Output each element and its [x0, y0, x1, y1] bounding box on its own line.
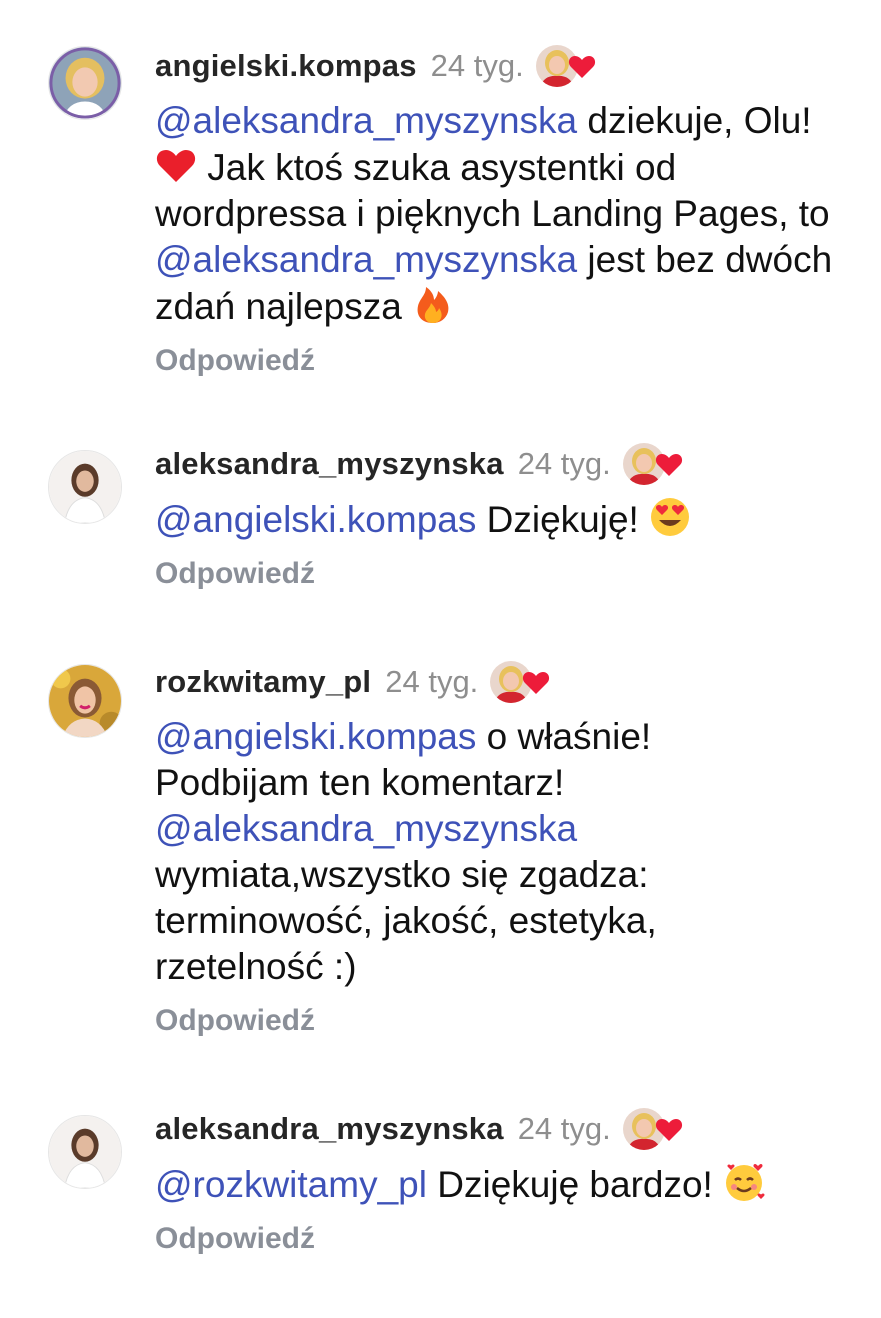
comment-header: rozkwitamy_pl 24 tyg. [155, 660, 861, 704]
heart-icon [568, 53, 596, 79]
avatar[interactable] [48, 450, 122, 524]
comment-header: aleksandra_myszynska 24 tyg. [155, 1107, 861, 1151]
comment-text-segment: Dziękuję bardzo! [426, 1164, 724, 1205]
comment-content: aleksandra_myszynska 24 tyg. @angielski.… [155, 442, 861, 591]
fire-emoji [412, 283, 454, 325]
comment-text-segment: Dziękuję! [476, 499, 650, 540]
reply-button[interactable]: Odpowiedź [155, 557, 861, 591]
heart-icon [655, 1116, 683, 1142]
author-liked-indicator [536, 45, 596, 87]
heart-eyes-emoji [649, 496, 691, 538]
comment-header: angielski.kompas 24 tyg. [155, 44, 861, 88]
comment-content: rozkwitamy_pl 24 tyg. @angielski.kompas … [155, 660, 861, 1038]
timestamp: 24 tyg. [517, 1111, 611, 1146]
heart-icon [655, 451, 683, 477]
comment-header: aleksandra_myszynska 24 tyg. [155, 442, 861, 486]
author-liked-indicator [490, 661, 550, 703]
comment-text-segment: Jak ktoś szuka asystentki od wordpressa … [155, 147, 830, 234]
comment-text-segment: dziekuje, Olu! [577, 100, 812, 141]
comment-text: @rozkwitamy_pl Dziękuję bardzo! [155, 1161, 861, 1208]
red-heart-emoji [155, 144, 197, 186]
comment-text: @angielski.kompas o właśnie! Podbijam te… [155, 714, 755, 990]
comment-content: angielski.kompas 24 tyg. @aleksandra_mys… [155, 44, 861, 378]
mention-link[interactable]: @aleksandra_myszynska [155, 808, 577, 849]
timestamp: 24 tyg. [430, 48, 524, 83]
timestamp: 24 tyg. [517, 446, 611, 481]
timestamp: 24 tyg. [385, 664, 479, 699]
comment-text-segment: wymiata,wszystko się zgadza: terminowość… [155, 854, 657, 987]
username[interactable]: angielski.kompas [155, 48, 417, 84]
comment-content: aleksandra_myszynska 24 tyg. @rozkwitamy… [155, 1107, 861, 1256]
author-liked-indicator [623, 443, 683, 485]
author-liked-indicator [623, 1108, 683, 1150]
reply-button[interactable]: Odpowiedź [155, 344, 861, 378]
username[interactable]: aleksandra_myszynska [155, 1111, 504, 1147]
username[interactable]: rozkwitamy_pl [155, 664, 371, 700]
mention-link[interactable]: @angielski.kompas [155, 716, 476, 757]
mention-link[interactable]: @rozkwitamy_pl [155, 1164, 427, 1205]
avatar[interactable] [48, 46, 122, 120]
heart-icon [522, 669, 550, 695]
reply-button[interactable]: Odpowiedź [155, 1004, 861, 1038]
reply-button[interactable]: Odpowiedź [155, 1222, 861, 1256]
smiling-face-with-hearts-emoji [723, 1161, 765, 1203]
comments-list: angielski.kompas 24 tyg. @aleksandra_mys… [0, 0, 881, 1318]
mention-link[interactable]: @aleksandra_myszynska [155, 239, 577, 280]
username[interactable]: aleksandra_myszynska [155, 446, 504, 482]
avatar[interactable] [48, 664, 122, 738]
avatar[interactable] [48, 1115, 122, 1189]
mention-link[interactable]: @aleksandra_myszynska [155, 100, 577, 141]
comment-text: @angielski.kompas Dziękuję! [155, 496, 861, 543]
comment-text: @aleksandra_myszynska dziekuje, Olu! Jak… [155, 98, 861, 330]
mention-link[interactable]: @angielski.kompas [155, 499, 476, 540]
